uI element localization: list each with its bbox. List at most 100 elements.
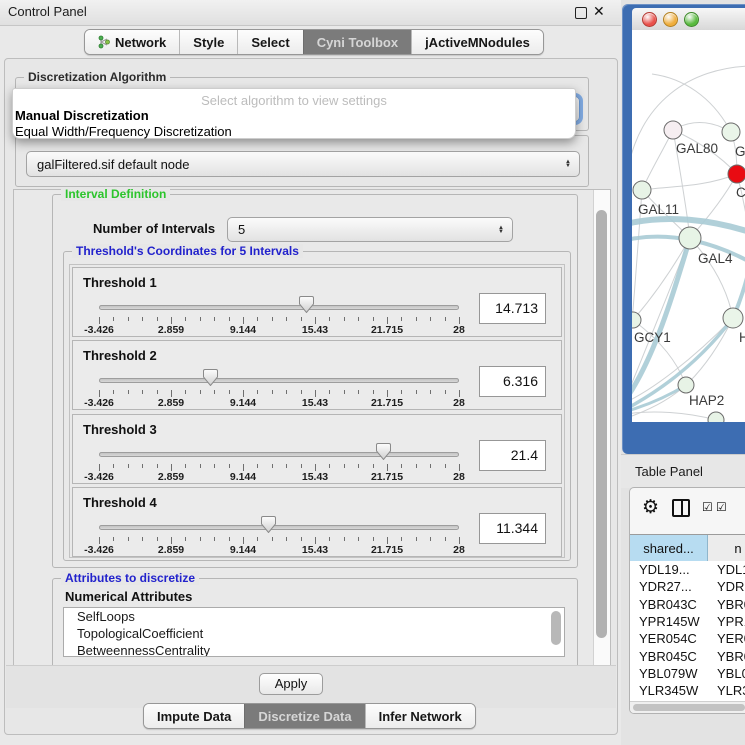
tick-mark	[229, 317, 230, 321]
apply-button[interactable]: Apply	[259, 673, 323, 695]
close-icon[interactable]: ✕	[593, 3, 605, 20]
tick-mark	[387, 390, 388, 397]
network-edge[interactable]	[642, 130, 673, 190]
tick-label: 9.144	[230, 544, 256, 556]
column-header-shared[interactable]: shared...	[630, 535, 708, 561]
threshold-1-slider-track[interactable]	[99, 305, 459, 310]
tab-discretize-data[interactable]: Discretize Data	[244, 704, 364, 728]
tab-style[interactable]: Style	[179, 30, 237, 54]
threshold-2-slider-thumb[interactable]	[203, 369, 218, 386]
table-row[interactable]: YDR27...YDR2	[630, 578, 745, 595]
cell-shared-name: YBL079W	[639, 665, 698, 682]
cell-name: YPR1	[717, 613, 745, 630]
network-window[interactable]: GAL80GACGAL11GAL4GCY1HHAP2	[622, 4, 745, 454]
group-title-attributes: Attributes to discretize	[61, 571, 199, 585]
minimize-traffic-light-icon[interactable]	[663, 12, 678, 27]
algorithm-option-equal-width-frequency-discretization[interactable]: Equal Width/Frequency Discretization	[15, 124, 232, 139]
threshold-1-value-field[interactable]: 14.713	[479, 293, 546, 324]
tick-mark	[128, 537, 129, 541]
combo-stepper-icon[interactable]: ▲▼	[498, 226, 504, 234]
threshold-4-value-field[interactable]: 11.344	[479, 513, 546, 544]
attribute-item-betweennesscentrality[interactable]: BetweennessCentrality	[64, 642, 564, 657]
tick-mark	[128, 317, 129, 321]
attribute-item-topologicalcoefficient[interactable]: TopologicalCoefficient	[64, 625, 564, 642]
table-row[interactable]: YPR145WYPR1	[630, 613, 745, 630]
network-node[interactable]	[664, 121, 682, 139]
zoom-traffic-light-icon[interactable]	[684, 12, 699, 27]
list-scrollbar-thumb[interactable]	[551, 611, 561, 645]
network-node[interactable]	[722, 123, 740, 141]
threshold-2-slider-track[interactable]	[99, 378, 459, 383]
tick-mark	[99, 390, 100, 397]
gear-icon[interactable]: ⚙	[642, 496, 659, 519]
tab-jactivemnodules[interactable]: jActiveMNodules	[411, 30, 543, 54]
network-graph[interactable]: GAL80GACGAL11GAL4GCY1HHAP2	[632, 30, 745, 422]
tab-network[interactable]: Network	[85, 30, 179, 54]
network-node[interactable]	[708, 412, 724, 422]
split-columns-icon[interactable]	[672, 499, 690, 517]
attribute-item-selfloops[interactable]: SelfLoops	[64, 608, 564, 625]
tick-mark	[416, 464, 417, 468]
thresholds-group: Threshold's Coordinates for 5 Intervals …	[63, 251, 571, 561]
threshold-1-slider-thumb[interactable]	[299, 296, 314, 313]
table-row[interactable]: YBL079WYBL0	[630, 665, 745, 682]
tick-mark	[272, 317, 273, 321]
tab-infer-network[interactable]: Infer Network	[365, 704, 475, 728]
network-node-label: GAL11	[638, 202, 679, 217]
network-edge[interactable]	[642, 174, 737, 190]
network-window-titlebar[interactable]	[632, 8, 745, 31]
scrollbar-thumb[interactable]	[596, 210, 607, 638]
threshold-4-slider-thumb[interactable]	[261, 516, 276, 533]
threshold-3-slider-track[interactable]	[99, 452, 459, 457]
threshold-3-value-field[interactable]: 21.4	[479, 440, 546, 471]
close-traffic-light-icon[interactable]	[642, 12, 657, 27]
float-window-icon[interactable]	[575, 7, 587, 19]
network-node[interactable]	[728, 165, 745, 183]
tick-mark	[315, 390, 316, 397]
column-header-n[interactable]: n	[708, 535, 745, 561]
tick-mark	[185, 390, 186, 394]
tab-select[interactable]: Select	[237, 30, 302, 54]
table-row[interactable]: YDL19...YDL1	[630, 561, 745, 578]
network-edge[interactable]	[632, 412, 716, 420]
checkbox-icon[interactable]: ☑	[716, 500, 727, 514]
vertical-scrollbar[interactable]	[593, 190, 610, 668]
table-row[interactable]: YBR045CYBR0	[630, 648, 745, 665]
tick-mark	[200, 390, 201, 394]
table-data-combobox[interactable]: galFiltered.sif default node ▲▼	[26, 151, 580, 177]
tick-mark	[401, 390, 402, 394]
table-row[interactable]: YLR345WYLR3	[630, 682, 745, 699]
tick-mark	[99, 464, 100, 471]
tab-impute-data[interactable]: Impute Data	[144, 704, 244, 728]
cell-name: YLR3	[717, 682, 745, 699]
tab-cyni-toolbox[interactable]: Cyni Toolbox	[303, 30, 411, 54]
group-title-discretization-algorithm: Discretization Algorithm	[24, 70, 170, 84]
network-node[interactable]	[633, 181, 651, 199]
number-of-intervals-value: 5	[238, 222, 245, 237]
combo-stepper-icon[interactable]: ▲▼	[565, 160, 571, 168]
network-edge[interactable]	[633, 238, 690, 320]
number-of-intervals-combobox[interactable]: 5 ▲▼	[227, 217, 513, 242]
network-canvas[interactable]: GAL80GACGAL11GAL4GCY1HHAP2	[632, 30, 745, 422]
table-row[interactable]: YER054CYER0	[630, 630, 745, 647]
threshold-2-panel: Threshold 2-3.4262.8599.14415.4321.71528…	[72, 340, 562, 410]
hscrollbar-thumb[interactable]	[633, 704, 745, 711]
tab-cyni-toolbox-label: Cyni Toolbox	[317, 35, 398, 50]
network-node[interactable]	[723, 308, 743, 328]
horizontal-scrollbar[interactable]	[630, 701, 745, 714]
checkbox-icon[interactable]: ☑	[702, 500, 713, 514]
threshold-4-slider-track[interactable]	[99, 525, 459, 530]
network-node[interactable]	[678, 377, 694, 393]
table-row[interactable]: YBR043CYBR0	[630, 596, 745, 613]
numerical-attributes-list[interactable]: SelfLoopsTopologicalCoefficientBetweenne…	[63, 607, 565, 657]
threshold-3-slider-thumb[interactable]	[376, 443, 391, 460]
algorithm-option-manual-discretization[interactable]: Manual Discretization	[15, 108, 149, 123]
tick-mark	[387, 464, 388, 471]
threshold-2-value-field[interactable]: 6.316	[479, 366, 546, 397]
tick-mark	[214, 317, 215, 321]
network-node[interactable]	[679, 227, 701, 249]
network-node-label: GA	[735, 144, 745, 159]
apply-bar: Apply	[6, 665, 616, 708]
tick-mark	[445, 464, 446, 468]
tick-mark	[315, 317, 316, 324]
